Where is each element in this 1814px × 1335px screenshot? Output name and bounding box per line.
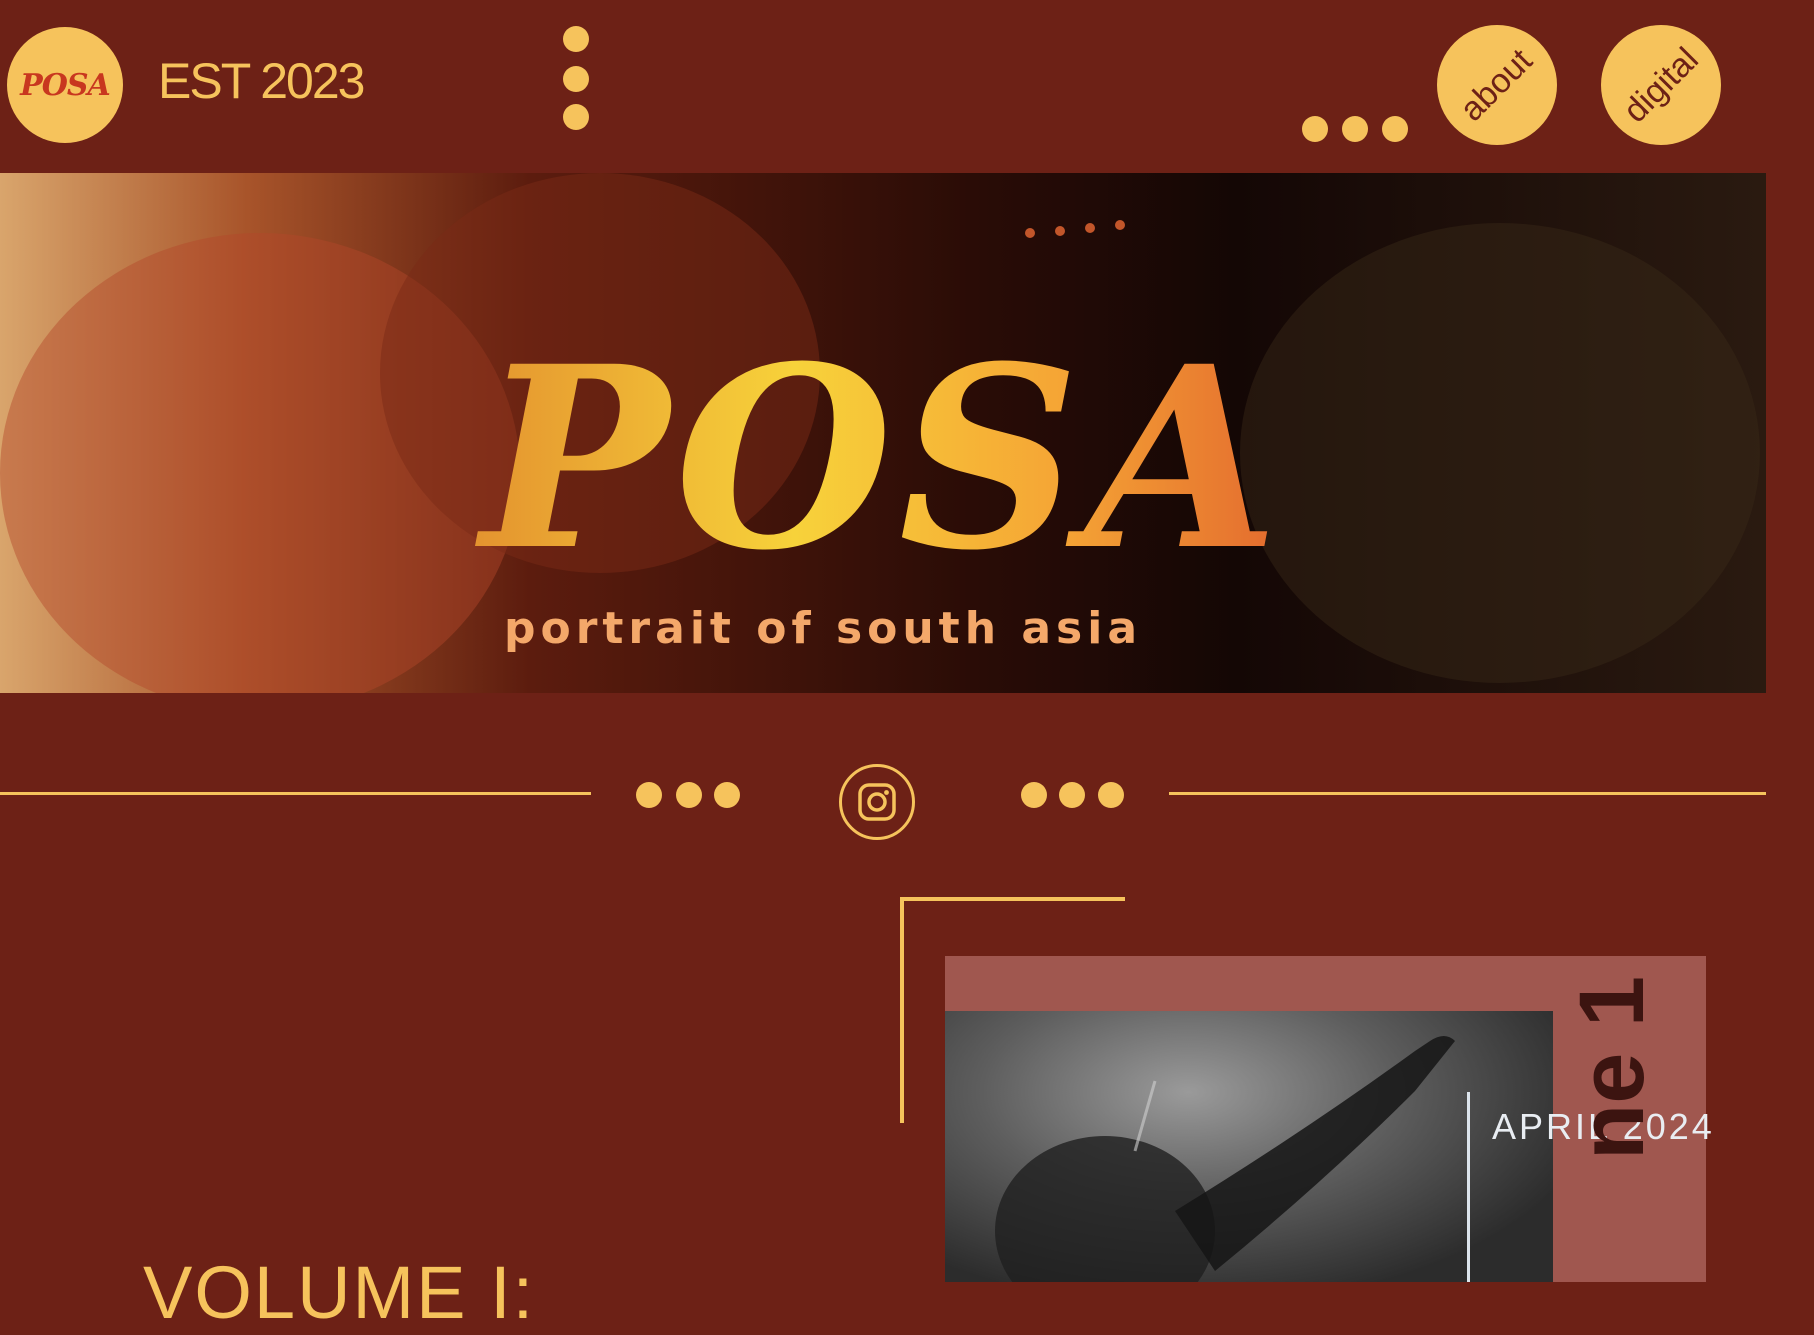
decorative-dots-icon [1302, 116, 1412, 144]
volume-heading: VOLUME I: [143, 1251, 536, 1334]
hero-banner: POSA portrait of south asia [0, 173, 1766, 693]
instagram-icon [858, 783, 896, 821]
frame-accent-top [900, 897, 1125, 901]
decorative-dots-icon [636, 782, 742, 808]
instagram-link[interactable] [839, 764, 915, 840]
nav-digital-label: digital [1615, 39, 1706, 130]
cover-rule [1467, 1092, 1470, 1282]
nav-about-button[interactable]: about [1437, 25, 1557, 145]
nav-about-label: about [1453, 41, 1541, 129]
cover-volume-spine: ne 1 [1561, 975, 1663, 1160]
decorative-dots-icon [1021, 782, 1127, 808]
banner-subtitle: portrait of south asia [503, 603, 1143, 654]
est-label: EST 2023 [158, 53, 365, 109]
cover-figure [995, 1036, 1455, 1326]
logo-mark: POSA [20, 67, 111, 103]
banner-title: POSA [0, 333, 1766, 583]
nav-digital-button[interactable]: digital [1601, 25, 1721, 145]
frame-accent-left [900, 897, 904, 1123]
divider-right [1169, 792, 1766, 795]
divider-left [0, 792, 591, 795]
home-logo[interactable]: POSA [7, 27, 123, 143]
menu-dots-icon[interactable] [562, 26, 590, 134]
cover-photo [945, 1011, 1553, 1326]
